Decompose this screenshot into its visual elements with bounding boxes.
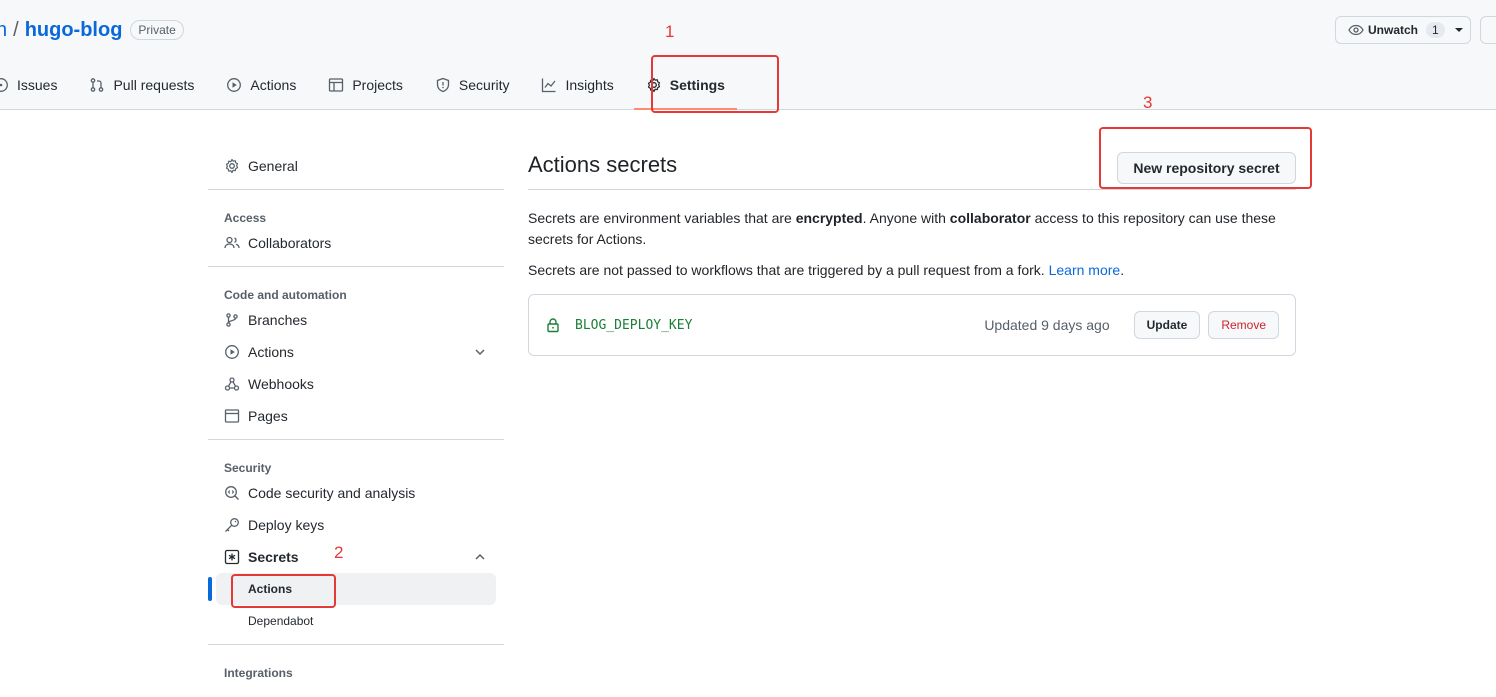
divider	[208, 644, 504, 645]
sidebar-item-label: General	[248, 158, 298, 174]
table-icon	[329, 78, 344, 92]
chevron-down-icon	[1454, 28, 1463, 32]
tab-pull-requests[interactable]: Pull requests	[73, 66, 210, 104]
tab-issues[interactable]: Issues	[0, 66, 73, 104]
sidebar-item-label: Secrets	[248, 549, 299, 565]
secret-name: BLOG_DEPLOY_KEY	[575, 317, 693, 333]
desc-text: Secrets are environment variables that a…	[528, 210, 796, 226]
sidebar-item-label: Branches	[248, 312, 308, 328]
annotation-number-1: 1	[665, 22, 675, 41]
fork-note-text: Secrets are not passed to workflows that…	[528, 262, 1049, 278]
repo-name-link[interactable]: hugo-blog	[25, 19, 123, 42]
sidebar-item-label: Pages	[248, 408, 288, 424]
issue-opened-icon	[0, 78, 8, 92]
secret-updated-time: Updated 9 days ago	[984, 317, 1110, 333]
fork-note: Secrets are not passed to workflows that…	[528, 260, 1296, 281]
sidebar-item-label: Code security and analysis	[248, 485, 416, 501]
secrets-description: Secrets are environment variables that a…	[528, 208, 1296, 250]
git-pull-request-icon	[91, 78, 104, 92]
codescan-icon	[225, 486, 239, 500]
repo-nav-tabs: Issues Pull requests Actions Projects Se…	[0, 66, 741, 110]
sidebar-item-code-security[interactable]: Code security and analysis	[208, 477, 504, 509]
sidebar-subitem-label: Dependabot	[248, 614, 314, 628]
people-icon	[224, 236, 240, 249]
sidebar-item-label: Deploy keys	[248, 517, 325, 533]
learn-more-link[interactable]: Learn more	[1049, 262, 1121, 278]
tab-security[interactable]: Security	[419, 66, 526, 104]
chevron-down-icon[interactable]	[474, 346, 486, 358]
repo-owner-link[interactable]: n	[0, 19, 7, 42]
sidebar-subitem-secrets-dependabot[interactable]: Dependabot	[208, 605, 504, 637]
sidebar-item-label: Collaborators	[248, 235, 332, 251]
annotation-number-3: 3	[1143, 93, 1153, 112]
graph-icon	[542, 78, 556, 93]
sidebar-heading-security: Security	[224, 461, 272, 475]
webhook-icon	[224, 377, 240, 391]
sidebar-item-general[interactable]: General	[208, 150, 504, 182]
update-secret-button[interactable]: Update	[1133, 311, 1201, 339]
fork-button[interactable]	[1480, 16, 1496, 44]
repo-separator: /	[13, 18, 19, 41]
lock-icon	[547, 318, 559, 333]
sidebar-heading-code-automation: Code and automation	[224, 288, 347, 302]
divider	[208, 266, 504, 267]
eye-icon	[1348, 24, 1364, 36]
gear-icon	[225, 158, 239, 174]
key-icon	[225, 518, 239, 532]
play-icon	[227, 78, 242, 92]
tab-label: Actions	[250, 77, 297, 93]
secret-row: BLOG_DEPLOY_KEY Updated 9 days ago Updat…	[528, 294, 1296, 356]
annotation-number-2: 2	[334, 543, 344, 562]
page-title: Actions secrets	[528, 151, 678, 177]
desc-bold: collaborator	[949, 210, 1031, 226]
annotation-box-new-secret	[1099, 127, 1312, 189]
divider	[208, 439, 504, 440]
watch-count: 1	[1426, 22, 1445, 38]
chevron-up-icon[interactable]	[474, 551, 486, 563]
asterisk-box-icon	[224, 549, 240, 565]
tab-label: Issues	[17, 77, 58, 93]
sidebar-item-label: Actions	[248, 344, 294, 360]
remove-secret-button[interactable]: Remove	[1208, 311, 1279, 339]
browser-icon	[224, 409, 240, 423]
sidebar-heading-access: Access	[224, 211, 267, 225]
period: .	[1120, 262, 1125, 278]
tab-label: Security	[458, 77, 510, 93]
sidebar-item-webhooks[interactable]: Webhooks	[208, 368, 504, 400]
desc-text: . Anyone with	[862, 210, 950, 226]
tab-actions[interactable]: Actions	[210, 66, 312, 104]
sidebar-item-deploy-keys[interactable]: Deploy keys	[208, 509, 504, 541]
desc-bold: encrypted	[795, 210, 863, 226]
tab-label: Pull requests	[113, 77, 195, 93]
sidebar-item-secrets[interactable]: Secrets	[208, 541, 504, 573]
sidebar-item-actions[interactable]: Actions	[208, 336, 504, 368]
tab-projects[interactable]: Projects	[312, 66, 419, 104]
tab-label: Projects	[352, 77, 403, 93]
git-branch-icon	[226, 313, 238, 327]
sidebar-heading-integrations: Integrations	[224, 666, 293, 680]
sidebar-item-branches[interactable]: Branches	[208, 304, 504, 336]
visibility-badge: Private	[130, 20, 184, 40]
unwatch-button[interactable]: Unwatch 1	[1335, 16, 1471, 44]
play-icon	[225, 345, 239, 359]
unwatch-label: Unwatch	[1368, 23, 1419, 37]
annotation-box-actions	[231, 574, 336, 608]
repo-title: n / hugo-blog Private	[0, 16, 184, 44]
annotation-box-settings	[651, 55, 779, 113]
sidebar-item-label: Webhooks	[248, 376, 314, 392]
tab-insights[interactable]: Insights	[525, 66, 629, 104]
shield-icon	[436, 77, 450, 93]
divider	[208, 189, 504, 190]
sidebar-item-pages[interactable]: Pages	[208, 400, 504, 432]
sidebar-item-collaborators[interactable]: Collaborators	[208, 227, 504, 259]
tab-label: Insights	[565, 77, 614, 93]
